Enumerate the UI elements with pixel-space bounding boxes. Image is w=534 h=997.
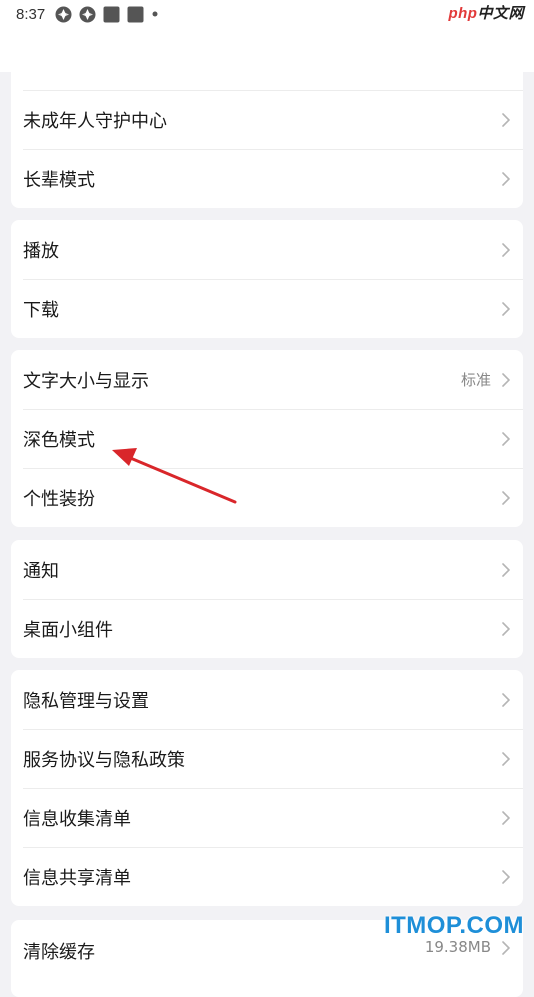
watermark-php: php中文网 [448,2,524,23]
row-label: 信息收集清单 [23,808,131,830]
row-label: 文字大小与显示 [23,370,149,392]
settings-row-download[interactable]: 下载 [11,279,523,338]
settings-group-notifications: 通知 桌面小组件 [11,540,523,658]
watermark-php-text: php [448,5,478,22]
status-time: 8:37 [16,5,46,23]
status-icons [55,6,159,23]
settings-row-privacy-settings[interactable]: 隐私管理与设置 [11,670,523,729]
settings-group-privacy: 隐私管理与设置 服务协议与隐私政策 信息收集清单 信息共享清单 [11,670,523,906]
notification-square-icon [127,6,144,22]
notification-app-icon [55,6,72,22]
settings-row-playback[interactable]: 播放 [11,220,523,279]
notification-app-icon [79,6,96,22]
row-label: 长辈模式 [23,169,95,191]
row-value: 标准 [460,371,491,389]
chevron-right-icon [502,869,510,884]
row-label: 未成年人守护中心 [23,110,167,132]
settings-group-account: 未成年人守护中心 长辈模式 [11,32,523,208]
settings-row-font-size[interactable]: 文字大小与显示 标准 [11,350,523,409]
row-label: 信息共享清单 [23,867,131,889]
settings-group-display: 文字大小与显示 标准 深色模式 个性装扮 [11,350,523,527]
watermark-itmop: ITMOP.COM [383,912,524,939]
chevron-right-icon [502,692,510,707]
status-bar: 8:37 php中文网 [0,0,534,28]
row-label: 隐私管理与设置 [23,690,149,712]
chevron-right-icon [502,751,510,766]
chevron-right-icon [502,171,510,186]
chevron-right-icon [502,301,510,316]
chevron-right-icon [502,562,510,577]
settings-row-dark-mode[interactable]: 深色模式 [11,409,523,468]
watermark-cn-text: 中文网 [477,5,524,22]
settings-row-widgets[interactable]: 桌面小组件 [11,599,523,658]
row-value: 19.38MB [424,938,491,956]
settings-row-minor-protection[interactable]: 未成年人守护中心 [11,90,523,149]
row-label: 个性装扮 [23,488,95,510]
row-label: 下载 [23,299,59,321]
row-label: 播放 [23,240,59,262]
row-label: 通知 [23,560,59,582]
settings-group-media: 播放 下载 [11,220,523,338]
chevron-right-icon [502,490,510,505]
chevron-right-icon [502,242,510,257]
settings-row-notifications[interactable]: 通知 [11,540,523,599]
chevron-right-icon [502,372,510,387]
settings-row-terms-privacy[interactable]: 服务协议与隐私政策 [11,729,523,788]
settings-row-info-collection[interactable]: 信息收集清单 [11,788,523,847]
settings-row-elder-mode[interactable]: 长辈模式 [11,149,523,208]
row-label: 清除缓存 [23,942,95,963]
chevron-right-icon [502,431,510,446]
settings-row-info-sharing[interactable]: 信息共享清单 [11,847,523,906]
chevron-right-icon [502,810,510,825]
row-label: 服务协议与隐私政策 [23,749,185,771]
row-label: 桌面小组件 [23,619,113,641]
notification-square-icon [103,6,120,22]
settings-row-hidden [11,32,523,90]
dot-icon [152,11,158,17]
settings-row-themes[interactable]: 个性装扮 [11,468,523,527]
chevron-right-icon [502,941,510,955]
chevron-right-icon [502,621,510,636]
row-label: 深色模式 [23,429,95,451]
chevron-right-icon [502,112,510,127]
